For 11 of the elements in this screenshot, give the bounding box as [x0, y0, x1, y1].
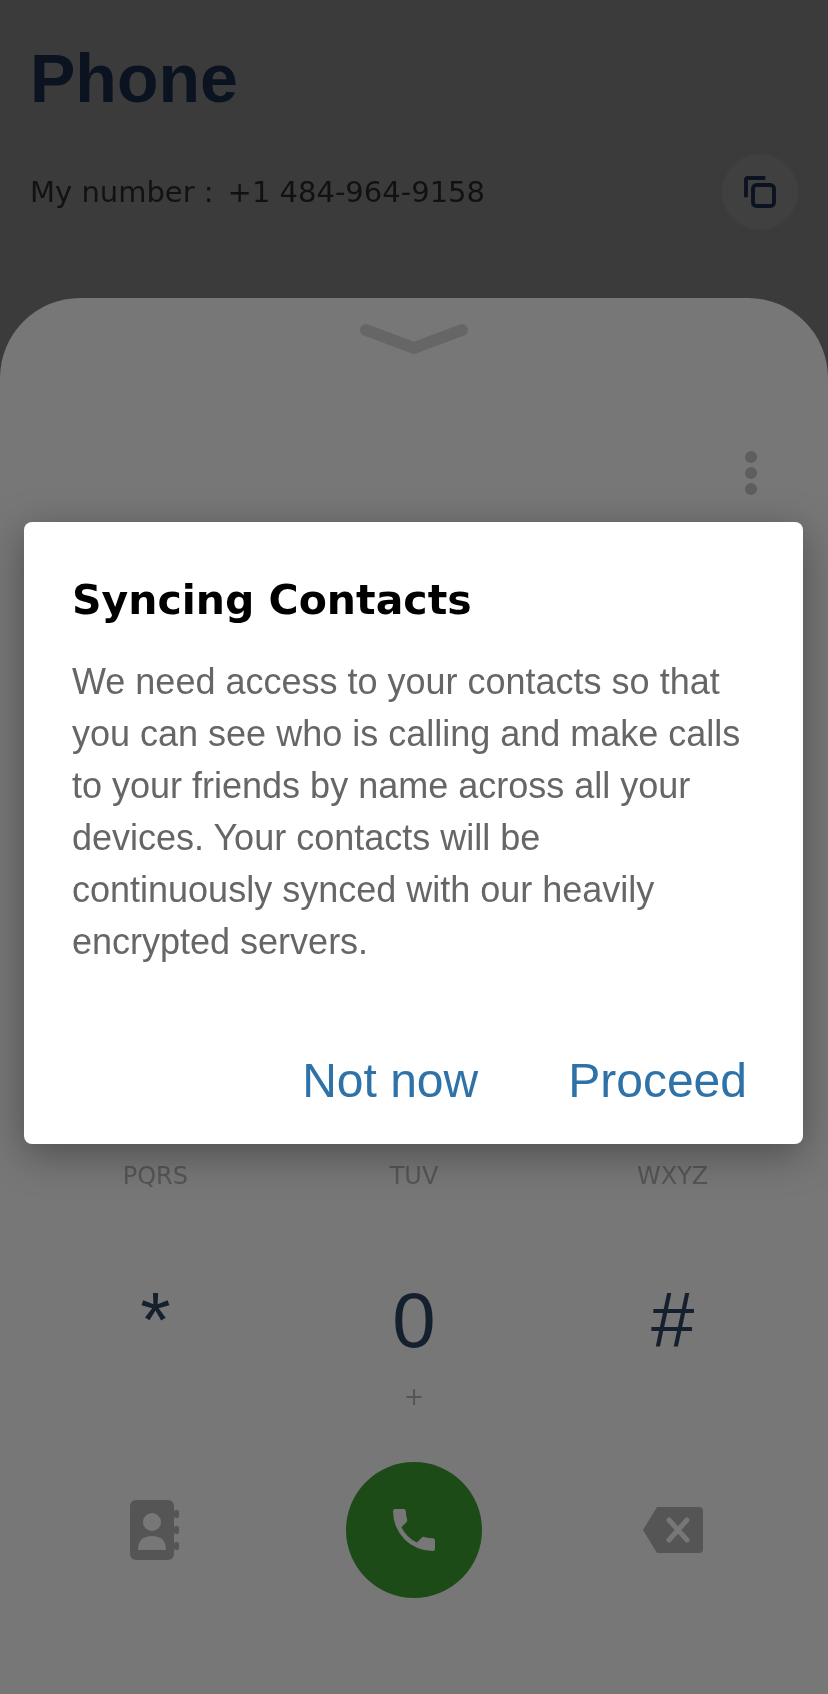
dialog-title: Syncing Contacts [72, 575, 473, 626]
dialog-message: We need access to your contacts so that you can see who is calling and make calls to your friends by name across all your devices. Your contacts will be continuously synced with our heavily encrypted servers. [72, 660, 742, 964]
dialog-button[interactable]: Not now [302, 1052, 479, 1110]
backspace-icon[interactable] [642, 1507, 703, 1553]
contacts-book-icon[interactable] [130, 1500, 181, 1560]
dial-key[interactable]: # [650, 1275, 695, 1365]
dial-key[interactable]: * [140, 1275, 171, 1365]
key-subtext: + [403, 1382, 425, 1412]
dialog-button[interactable]: Proceed [568, 1052, 747, 1110]
dial-key[interactable]: 0 [392, 1275, 436, 1365]
more-options-icon[interactable] [744, 450, 758, 496]
